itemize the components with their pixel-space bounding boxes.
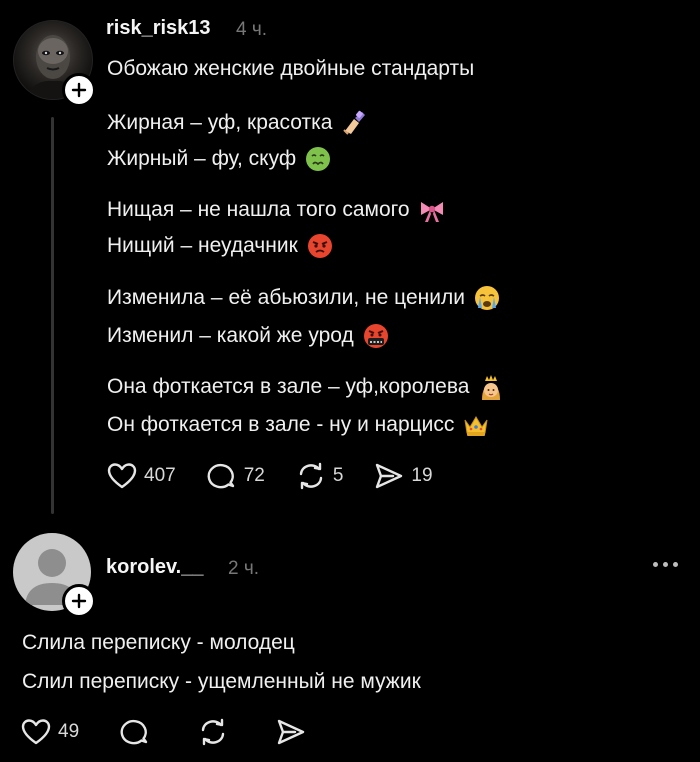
dot-icon <box>663 562 668 567</box>
comment-icon <box>120 719 148 745</box>
crown-icon <box>462 411 490 439</box>
heart-icon <box>21 719 51 745</box>
plus-icon <box>71 593 87 609</box>
reply-button[interactable] <box>119 716 151 748</box>
post-text: Жирная – уф, красотка <box>107 111 333 134</box>
post-time: 2 ч. <box>228 558 260 579</box>
repost-icon <box>201 718 225 746</box>
post-text: Изменила – её абьюзили, не ценили <box>107 286 465 309</box>
post-text: Жирный – фу, скуф <box>107 147 297 170</box>
send-icon <box>277 719 305 745</box>
comment-icon <box>207 463 234 489</box>
username[interactable]: korolev.__ <box>106 556 203 579</box>
share-button[interactable]: 19 <box>373 460 433 492</box>
repost-button[interactable] <box>197 716 229 748</box>
post-text-line: Жирный – фу, скуф <box>107 145 332 173</box>
thread-line <box>51 117 54 514</box>
post-text: Изменил – какой же урод <box>107 324 354 347</box>
repost-button[interactable]: 5 <box>295 460 344 492</box>
like-count: 407 <box>144 465 176 486</box>
post-text-line: Нищая – не нашла того самого <box>107 196 446 224</box>
post-text-line: Жирная – уф, красотка <box>107 109 368 137</box>
post-text-line: Он фоткается в зале - ну и нарцисс <box>107 411 490 439</box>
like-button[interactable]: 407 <box>106 460 176 492</box>
nail-polish-icon <box>340 109 368 137</box>
post: risk_risk13 4 ч. Обожаю женские двойные … <box>0 0 700 520</box>
dot-icon <box>673 562 678 567</box>
pink-bow-icon <box>418 196 446 224</box>
reply-count: 72 <box>243 465 265 486</box>
post-text: Она фоткается в зале – уф,королева <box>107 375 470 398</box>
post-text: Обожаю женские двойные стандарты <box>107 57 475 80</box>
post-text-line: Изменил – какой же урод <box>107 322 390 350</box>
dot-icon <box>653 562 658 567</box>
angry-face-icon <box>306 232 334 260</box>
post-text: Слил переписку - ущемленный не мужик <box>22 670 421 693</box>
crying-face-icon <box>473 284 501 312</box>
post-time: 4 ч. <box>236 19 268 40</box>
post-text: Нищий – неудачник <box>107 234 298 257</box>
heart-icon <box>107 463 137 489</box>
reply-button[interactable]: 72 <box>206 460 265 492</box>
like-button[interactable]: 49 <box>20 716 79 748</box>
username[interactable]: risk_risk13 <box>106 17 211 40</box>
post-text-line: Изменила – её абьюзили, не ценили <box>107 284 501 312</box>
post-text-line: Обожаю женские двойные стандарты <box>107 57 474 81</box>
repost-count: 5 <box>332 465 344 486</box>
send-icon <box>376 463 403 489</box>
post-actions: 49 <box>20 716 337 748</box>
princess-icon <box>477 373 505 401</box>
follow-button[interactable] <box>62 73 96 107</box>
repost-icon <box>299 462 323 490</box>
post-text: Нищая – не нашла того самого <box>107 198 410 221</box>
post-text-line: Она фоткается в зале – уф,королева <box>107 373 505 401</box>
like-count: 49 <box>58 721 80 742</box>
post-text-line: Нищий – неудачник <box>107 232 334 260</box>
post-text: Он фоткается в зале - ну и нарцисс <box>107 413 455 436</box>
nauseated-face-icon <box>304 145 332 173</box>
post-text: Слила переписку - молодец <box>22 631 295 654</box>
plus-icon <box>71 82 87 98</box>
more-options-button[interactable] <box>653 562 678 567</box>
threads-feed: risk_risk13 4 ч. Обожаю женские двойные … <box>0 0 700 762</box>
follow-button[interactable] <box>62 584 96 618</box>
post-actions: 407 72 5 19 <box>106 460 463 492</box>
share-count: 19 <box>411 465 433 486</box>
cursing-face-icon <box>362 322 390 350</box>
share-button[interactable] <box>275 716 307 748</box>
